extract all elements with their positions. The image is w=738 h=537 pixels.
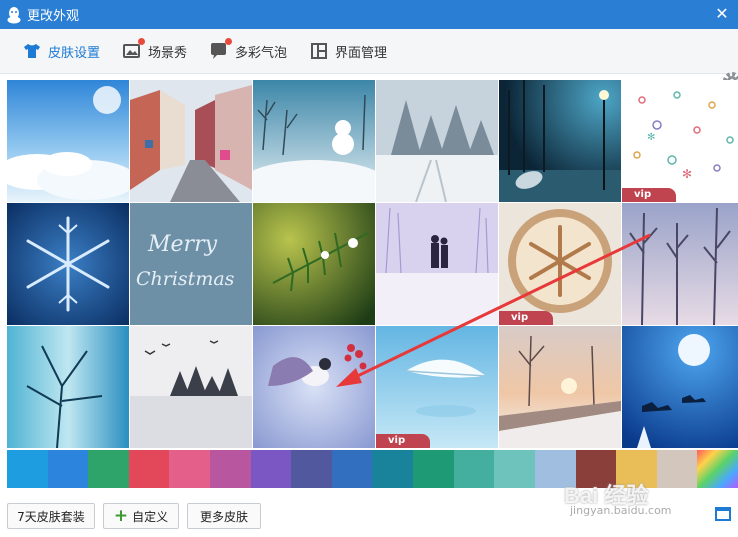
title-bar: 更改外观 ✕ [0, 0, 738, 29]
color-swatch[interactable] [453, 450, 495, 488]
watermark-url: jingyan.baidu.com [570, 504, 672, 517]
tab-scene-show[interactable]: 场景秀 [122, 29, 187, 74]
image-icon [122, 38, 146, 61]
vip-badge: vip [376, 434, 430, 448]
color-swatch[interactable] [250, 450, 292, 488]
skin-thumbnail-pine-branch[interactable] [253, 203, 375, 325]
button-label: 自定义 [132, 509, 169, 524]
new-badge [225, 38, 233, 45]
button-label: 更多皮肤 [199, 509, 248, 524]
tab-label: 皮肤设置 [48, 45, 101, 61]
svg-text:Christmas: Christmas [136, 268, 235, 290]
skin-thumbnail-merry-christmas-frost[interactable]: Merry Christmas [130, 203, 252, 325]
svg-text:✻: ✻ [647, 132, 655, 143]
color-swatch[interactable] [291, 450, 332, 488]
color-swatch[interactable] [47, 450, 89, 488]
color-swatch[interactable] [169, 450, 211, 488]
skin-thumbnail-sky-clouds[interactable] [7, 80, 129, 202]
plus-icon: + [113, 506, 129, 526]
skin-thumbnail-latte-art-snowflake[interactable]: vip [499, 203, 621, 325]
tab-interface-management[interactable]: 界面管理 [309, 29, 387, 74]
skin-thumbnail-misty-trees[interactable] [622, 203, 738, 325]
svg-text:Merry: Merry [147, 232, 218, 257]
color-swatch[interactable] [413, 450, 454, 488]
custom-button[interactable]: + 自定义 [103, 503, 179, 529]
chat-bubble-icon [209, 38, 233, 61]
button-label: 7天皮肤套装 [17, 509, 85, 524]
skin-grid: ✻ ✻ vip Merry Christmas vip vip [7, 80, 738, 449]
tab-colorful-bubbles[interactable]: 多彩气泡 [209, 29, 287, 74]
skin-thumbnail-bird-berries[interactable] [253, 326, 375, 448]
new-badge [138, 38, 146, 45]
color-swatch[interactable] [7, 450, 48, 488]
skin-thumbnail-couple-in-snow[interactable] [376, 203, 498, 325]
color-swatch[interactable] [88, 450, 129, 488]
skin-thumbnail-winter-lake-birds[interactable] [130, 326, 252, 448]
vip-badge: vip [622, 188, 676, 202]
tab-label: 多彩气泡 [235, 45, 288, 61]
skin-thumbnail-snowy-bridge[interactable] [499, 326, 621, 448]
svg-text:✻: ✻ [682, 167, 692, 181]
skin-thumbnail-snowman[interactable] [253, 80, 375, 202]
color-swatch[interactable] [372, 450, 414, 488]
window-title: 更改外观 [27, 9, 80, 24]
color-swatch[interactable] [494, 450, 535, 488]
layout-icon [309, 41, 329, 61]
skin-thumbnail-moon-reindeer[interactable] [622, 326, 738, 448]
vip-badge: vip [499, 311, 553, 325]
skin-thumbnail-snowy-street[interactable] [130, 80, 252, 202]
tab-label: 场景秀 [148, 45, 188, 61]
color-swatch[interactable] [331, 450, 373, 488]
skin-thumbnail-frozen-branches[interactable] [7, 326, 129, 448]
more-skins-button[interactable]: 更多皮肤 [187, 503, 261, 529]
skin-thumbnail-snowy-trees[interactable] [376, 80, 498, 202]
skin-package-button[interactable]: 7天皮肤套装 [7, 503, 95, 529]
qq-penguin-icon [6, 6, 22, 24]
tshirt-icon [22, 41, 42, 61]
color-swatch[interactable] [210, 450, 251, 488]
skin-thumbnail-snowflake-pattern[interactable]: ✻ ✻ vip [622, 80, 738, 202]
skin-thumbnail-blue-snowflake[interactable] [7, 203, 129, 325]
skin-thumbnail-white-feather[interactable]: vip [376, 326, 498, 448]
tab-bar: 皮肤设置 场景秀 多彩气泡 界面管理 [0, 29, 738, 90]
close-button[interactable]: ✕ [712, 3, 732, 25]
watermark: Bai 经验 jingyan.baidu.com [560, 476, 730, 522]
tab-label: 界面管理 [335, 45, 388, 61]
skin-thumbnail-night-lamp-umbrella[interactable] [499, 80, 621, 202]
color-swatch[interactable] [128, 450, 170, 488]
tab-skin-settings[interactable]: 皮肤设置 [22, 29, 100, 74]
